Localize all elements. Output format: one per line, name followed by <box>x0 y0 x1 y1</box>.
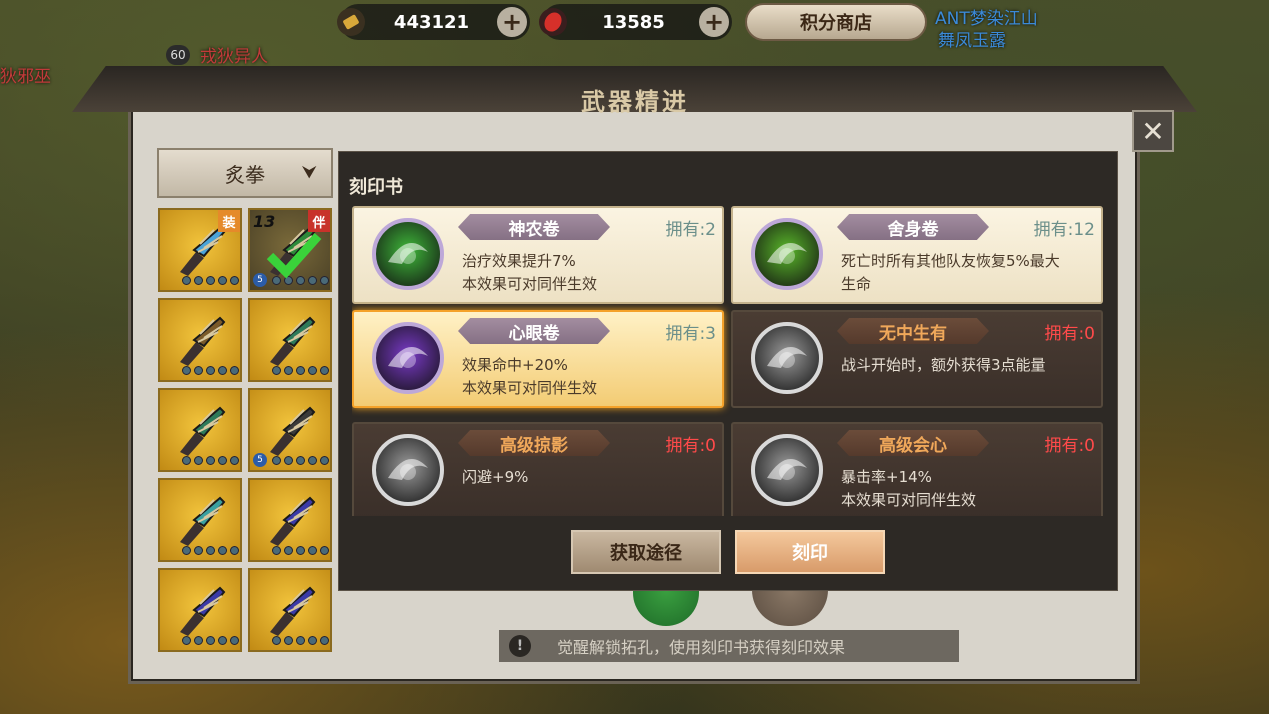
book-description: 效果命中+20% 本效果可对同伴生效 <box>462 354 720 400</box>
green-swirl-icon <box>372 218 444 290</box>
star-dots <box>182 456 239 465</box>
gold-amount: 443121 <box>393 11 470 33</box>
green-feather-icon <box>751 218 823 290</box>
book-name: 神农卷 <box>458 214 610 240</box>
star-dots <box>182 276 239 285</box>
star-dots <box>182 546 239 555</box>
star-dots <box>272 456 329 465</box>
weapon-grid: 装 伴 13 5 5 <box>158 208 336 678</box>
book-description-line: 死亡时所有其他队友恢复5%最大 <box>841 252 1060 270</box>
weapon-icon <box>270 586 316 636</box>
engrave-book-card[interactable]: 神农卷 拥有:2 治疗效果提升7% 本效果可对同伴生效 <box>352 206 724 304</box>
book-owned-count: 拥有:0 <box>1044 436 1095 456</box>
weapon-slot[interactable] <box>248 298 332 382</box>
weapon-icon <box>270 316 316 366</box>
star-dots <box>272 636 329 645</box>
star-dots <box>182 636 239 645</box>
book-description-line: 生命 <box>841 275 872 293</box>
weapon-icon <box>180 406 226 456</box>
book-description: 死亡时所有其他队友恢复5%最大 生命 <box>841 250 1099 296</box>
engrave-book-card[interactable]: 高级掠影 拥有:0 闪避+9% <box>352 422 724 516</box>
weapon-slot[interactable] <box>248 478 332 562</box>
star-dots <box>272 366 329 375</box>
weapon-icon <box>180 586 226 636</box>
category-selected: 炙拳 <box>225 162 265 187</box>
weapon-slot[interactable]: 装 <box>158 208 242 292</box>
add-gem-button[interactable]: + <box>699 7 729 37</box>
purple-eye-icon <box>372 322 444 394</box>
slot-count-badge: 5 <box>253 453 267 467</box>
book-name: 高级掠影 <box>458 430 610 456</box>
dialog-title: 刻印书 <box>349 177 403 198</box>
star-dots <box>182 366 239 375</box>
book-description-line: 闪避+9% <box>462 468 529 486</box>
add-gold-button[interactable]: + <box>497 7 527 37</box>
points-shop-button[interactable]: 积分商店 <box>745 3 927 41</box>
book-description-line: 暴击率+14% <box>841 468 932 486</box>
book-description: 治疗效果提升7% 本效果可对同伴生效 <box>462 250 720 296</box>
book-description-line: 效果命中+20% <box>462 356 568 374</box>
engrave-button[interactable]: 刻印 <box>735 530 885 574</box>
star-dots <box>272 546 329 555</box>
book-owned-count: 拥有:0 <box>1044 324 1095 344</box>
slot-count-badge: 5 <box>253 273 267 287</box>
weapon-icon <box>270 496 316 546</box>
book-description-line: 本效果可对同伴生效 <box>841 491 977 509</box>
book-name: 无中生有 <box>837 318 989 344</box>
book-description-line: 治疗效果提升7% <box>462 252 576 270</box>
close-icon[interactable]: ✕ <box>1132 110 1174 152</box>
warning-icon: ! <box>509 635 531 657</box>
weapon-icon <box>270 406 316 456</box>
book-description-line: 战斗开始时，额外获得3点能量 <box>841 356 1046 374</box>
slot-tag: 装 <box>218 210 240 232</box>
weapon-slot[interactable]: 伴 13 5 <box>248 208 332 292</box>
slot-level: 13 <box>253 212 276 231</box>
swirl-wind-icon <box>372 434 444 506</box>
weapon-slot[interactable] <box>158 478 242 562</box>
weapon-slot[interactable] <box>158 568 242 652</box>
engrave-book-card[interactable]: 心眼卷 拥有:3 效果命中+20% 本效果可对同伴生效 <box>352 310 724 408</box>
hint-bar: ! 觉醒解锁拓孔，使用刻印书获得刻印效果 <box>499 630 959 662</box>
gem-resource: 13585 + <box>539 4 732 40</box>
engrave-book-list[interactable]: 神农卷 拥有:2 治疗效果提升7% 本效果可对同伴生效 舍身卷 拥有:12 死亡时所有其他队… <box>352 204 1104 516</box>
book-name: 舍身卷 <box>837 214 989 240</box>
window-title: 武器精进 <box>581 88 689 116</box>
book-description: 闪避+9% <box>462 466 720 489</box>
weapon-slot[interactable]: 5 <box>248 388 332 472</box>
gold-ingot-icon <box>336 7 366 37</box>
engrave-book-card[interactable]: 舍身卷 拥有:12 死亡时所有其他队友恢复5%最大 生命 <box>731 206 1103 304</box>
weapon-slot[interactable] <box>158 388 242 472</box>
level-badge: 60 <box>166 45 190 65</box>
gold-resource: 443121 + <box>337 4 530 40</box>
npc-name: 狄邪巫 <box>0 67 51 87</box>
eagle-head-icon <box>751 434 823 506</box>
book-owned-count: 拥有:3 <box>665 324 716 344</box>
book-owned-count: 拥有:2 <box>665 220 716 240</box>
weapon-slot[interactable] <box>248 568 332 652</box>
book-owned-count: 拥有:0 <box>665 436 716 456</box>
hint-text: 觉醒解锁拓孔，使用刻印书获得刻印效果 <box>557 638 846 657</box>
player-name: 舞凤玉露 <box>938 31 1006 51</box>
book-description: 战斗开始时，额外获得3点能量 <box>841 354 1099 377</box>
chevron-down-icon: ⮟ <box>301 162 317 183</box>
get-source-button[interactable]: 获取途径 <box>571 530 721 574</box>
engrave-book-card[interactable]: 无中生有 拥有:0 战斗开始时，额外获得3点能量 <box>731 310 1103 408</box>
book-description-line: 本效果可对同伴生效 <box>462 275 598 293</box>
gem-amount: 13585 <box>602 11 665 33</box>
weapon-icon <box>180 496 226 546</box>
npc-name: 戎狄异人 <box>200 47 268 67</box>
weapon-slot[interactable] <box>158 298 242 382</box>
book-owned-count: 拥有:12 <box>1033 220 1095 240</box>
engrave-book-card[interactable]: 高级会心 拥有:0 暴击率+14% 本效果可对同伴生效 <box>731 422 1103 516</box>
red-gem-icon <box>538 7 568 37</box>
slot-tag: 伴 <box>308 210 330 232</box>
book-name: 高级会心 <box>837 430 989 456</box>
book-name: 心眼卷 <box>458 318 610 344</box>
energy-orb-icon <box>751 322 823 394</box>
weapon-icon <box>180 316 226 366</box>
book-description-line: 本效果可对同伴生效 <box>462 379 598 397</box>
category-dropdown[interactable]: 炙拳 ⮟ <box>157 148 333 198</box>
book-description: 暴击率+14% 本效果可对同伴生效 <box>841 466 1099 512</box>
